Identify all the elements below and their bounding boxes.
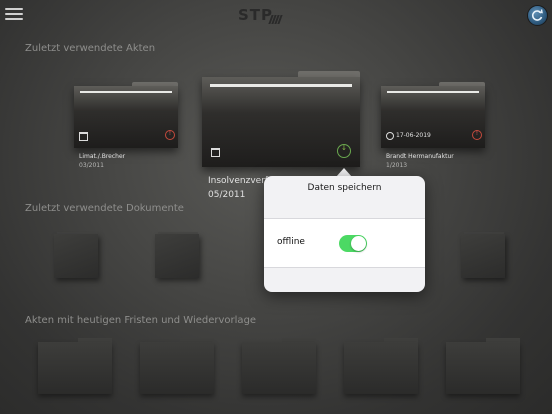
file-card-insolvenzverf[interactable] [202, 71, 360, 167]
logo-bars-icon [268, 10, 283, 28]
clock-icon [386, 132, 394, 140]
stp-logo: STP [238, 6, 286, 24]
section-title-recent-files: Zuletzt verwendete Akten [25, 43, 156, 54]
section-title-recent-documents: Zuletzt verwendete Dokumente [25, 203, 184, 214]
folder-placeholder [242, 338, 316, 394]
file-card-title: Limat./.Brecher [79, 153, 126, 160]
offline-option-label: offline [277, 237, 305, 247]
folder-placeholder [446, 338, 520, 394]
file-card-limat-brecher[interactable] [74, 82, 178, 148]
offline-option-row: offline [264, 218, 425, 268]
file-card-title: Brandt Hermanufaktur [386, 153, 454, 160]
logo-text: STP [238, 6, 274, 24]
file-card-subtitle: 03/2011 [79, 162, 104, 169]
document-placeholder [54, 232, 98, 278]
file-card-subtitle: 1/2013 [386, 162, 408, 169]
folder-placeholder [140, 338, 214, 394]
offline-saved-icon [337, 144, 351, 158]
file-card-subtitle: 05/2011 [208, 190, 246, 200]
hamburger-menu-icon[interactable] [5, 6, 23, 24]
alert-icon [472, 130, 482, 140]
calendar-icon [211, 148, 220, 157]
section-title-deadlines: Akten mit heutigen Fristen und Wiedervor… [25, 315, 257, 326]
toggle-knob [351, 236, 366, 251]
save-data-popover: Daten speichern offline [264, 176, 425, 292]
offline-toggle[interactable] [339, 235, 367, 252]
folder-placeholder [38, 338, 112, 394]
calendar-icon [79, 132, 88, 141]
document-placeholder [461, 232, 505, 278]
popover-title: Daten speichern [307, 183, 382, 193]
file-card-date: 17-06-2019 [396, 132, 431, 139]
document-placeholder [155, 232, 199, 278]
alert-icon [165, 130, 175, 140]
folder-placeholder [344, 338, 418, 394]
refresh-icon[interactable] [527, 5, 548, 26]
file-card-title: Insolvenzverf [208, 176, 269, 186]
